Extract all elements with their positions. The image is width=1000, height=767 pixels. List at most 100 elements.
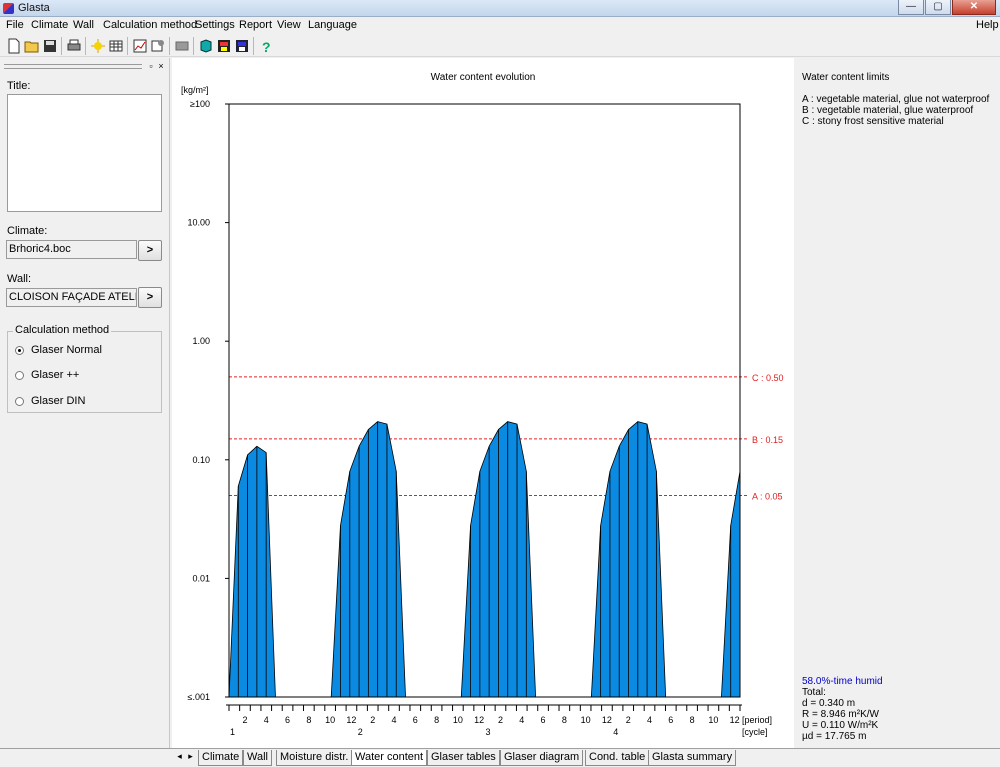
radio-label: Glaser ++	[31, 369, 80, 381]
restore-panel-icon[interactable]: ▫	[146, 62, 156, 71]
x-period-label: 6	[541, 715, 546, 725]
water-content-area	[228, 445, 276, 698]
stat-mud: µd = 17.765 m	[802, 731, 867, 742]
radio-glaser-normal[interactable]: Glaser Normal	[15, 344, 102, 356]
limit-c-text: C : stony frost sensitive material	[802, 116, 944, 127]
calculation-method-label: Calculation method	[13, 324, 112, 336]
x-period-label: 8	[306, 715, 311, 725]
minimize-button[interactable]: —	[898, 0, 924, 15]
x-period-label: 4	[519, 715, 524, 725]
menu-climate[interactable]: Climate	[31, 19, 68, 31]
disk-blue-icon[interactable]	[233, 37, 251, 55]
x-period-label: 8	[562, 715, 567, 725]
export-icon[interactable]	[197, 37, 215, 55]
tab-glaser-tables[interactable]: Glaser tables	[427, 750, 500, 766]
tab-water-content[interactable]: Water content	[351, 750, 428, 766]
title-label: Title:	[7, 80, 31, 92]
y-tick-label: 0.01	[192, 573, 210, 583]
close-panel-icon[interactable]: ×	[156, 62, 166, 71]
sheet-tab-bar: ◂ ▸ Climate Wall Moisture distr. Water c…	[0, 748, 1000, 767]
wall-field[interactable]: CLOISON FAÇADE ATELIE	[6, 288, 137, 307]
x-period-label: 10	[708, 715, 718, 725]
climate-browse-button[interactable]: >	[138, 240, 162, 261]
menu-view[interactable]: View	[277, 19, 301, 31]
menu-report[interactable]: Report	[239, 19, 272, 31]
x-period-label: 6	[668, 715, 673, 725]
x-period-label: 4	[392, 715, 397, 725]
maximize-button[interactable]: ▢	[925, 0, 951, 15]
x-cycle-label: 2	[358, 727, 363, 737]
grid-icon[interactable]	[173, 37, 191, 55]
water-content-chart: Water content evolution [kg/m²] C : 0.50…	[181, 72, 784, 737]
x-period-label: 2	[498, 715, 503, 725]
window-title: Glasta	[18, 2, 50, 14]
climate-label: Climate:	[7, 225, 48, 237]
tab-wall[interactable]: Wall	[243, 750, 272, 766]
radio-label: Glaser Normal	[31, 344, 102, 356]
tab-scroll-right-icon[interactable]: ▸	[186, 751, 195, 762]
toolbar: ?	[0, 35, 1000, 57]
limit-a-text: A : vegetable material, glue not waterpr…	[802, 94, 990, 105]
x-period-label: 6	[413, 715, 418, 725]
table-icon[interactable]	[107, 37, 125, 55]
left-panel: ▫ × Title: Climate: Brhoric4.boc > Wall:…	[0, 58, 170, 748]
title-bar: Glasta — ▢ ✕	[0, 0, 1000, 17]
y-axis-unit: [kg/m²]	[181, 85, 209, 95]
radio-label: Glaser DIN	[31, 395, 86, 407]
tab-climate[interactable]: Climate	[198, 750, 244, 766]
close-button[interactable]: ✕	[952, 0, 996, 15]
tab-scroll-left-icon[interactable]: ◂	[175, 751, 184, 762]
print-icon[interactable]	[65, 37, 83, 55]
menu-calculation-method[interactable]: Calculation method	[103, 19, 197, 31]
tab-glaser-diagram[interactable]: Glaser diagram	[500, 750, 584, 766]
wall-browse-button[interactable]: >	[138, 287, 162, 308]
x-period-label: 8	[434, 715, 439, 725]
x-period-label: 12	[346, 715, 356, 725]
tab-cond-table[interactable]: Cond. table	[585, 750, 650, 766]
menu-wall[interactable]: Wall	[73, 19, 94, 31]
menu-file[interactable]: File	[6, 19, 24, 31]
x-cycle-label: 3	[486, 727, 491, 737]
y-tick-label: ≤.001	[188, 692, 210, 702]
save-icon[interactable]	[41, 37, 59, 55]
radio-glaser-plus[interactable]: Glaser ++	[15, 369, 79, 381]
calculation-method-group: Calculation method Glaser Normal Glaser …	[7, 324, 162, 413]
climate-icon[interactable]	[89, 37, 107, 55]
menu-help[interactable]: Help	[976, 19, 999, 31]
x-cycle-label: 4	[613, 727, 618, 737]
x-period-label: 6	[285, 715, 290, 725]
open-icon[interactable]	[23, 37, 41, 55]
x-period-label: 2	[370, 715, 375, 725]
new-icon[interactable]	[5, 37, 23, 55]
radio-empty-icon	[15, 370, 24, 380]
chart-icon[interactable]	[131, 37, 149, 55]
x-period-label: 2	[626, 715, 631, 725]
title-textarea[interactable]	[7, 94, 162, 212]
app-icon	[3, 3, 14, 14]
limit-label: B : 0.15	[752, 435, 783, 445]
x-period-label: 10	[453, 715, 463, 725]
y-tick-label: ≥100	[190, 99, 210, 109]
menu-language[interactable]: Language	[308, 19, 357, 31]
x-cycle-label: 1	[230, 727, 235, 737]
help-icon[interactable]: ?	[257, 37, 275, 55]
chart-pane: Water content evolution [kg/m²] C : 0.50…	[172, 58, 794, 748]
menu-settings[interactable]: Settings	[195, 19, 235, 31]
x-period-label: 8	[690, 715, 695, 725]
total-label: Total:	[802, 687, 826, 698]
climate-field[interactable]: Brhoric4.boc	[6, 240, 137, 259]
x-period-label: 4	[647, 715, 652, 725]
right-pane: Water content limits A : vegetable mater…	[795, 58, 1000, 748]
tab-glasta-summary[interactable]: Glasta summary	[648, 750, 737, 766]
properties-icon[interactable]	[149, 37, 167, 55]
humid-text: 58.0%-time humid	[802, 676, 883, 687]
panel-grip[interactable]	[4, 64, 142, 69]
x-period-label: 2	[242, 715, 247, 725]
stat-u: U = 0.110 W/m²K	[802, 720, 879, 731]
disk-icon[interactable]	[215, 37, 233, 55]
radio-glaser-din[interactable]: Glaser DIN	[15, 395, 85, 407]
tab-moisture-distr[interactable]: Moisture distr.	[276, 750, 353, 766]
radio-empty-icon	[15, 396, 24, 406]
x-period-label: 12	[730, 715, 740, 725]
stat-d: d = 0.340 m	[802, 698, 856, 709]
